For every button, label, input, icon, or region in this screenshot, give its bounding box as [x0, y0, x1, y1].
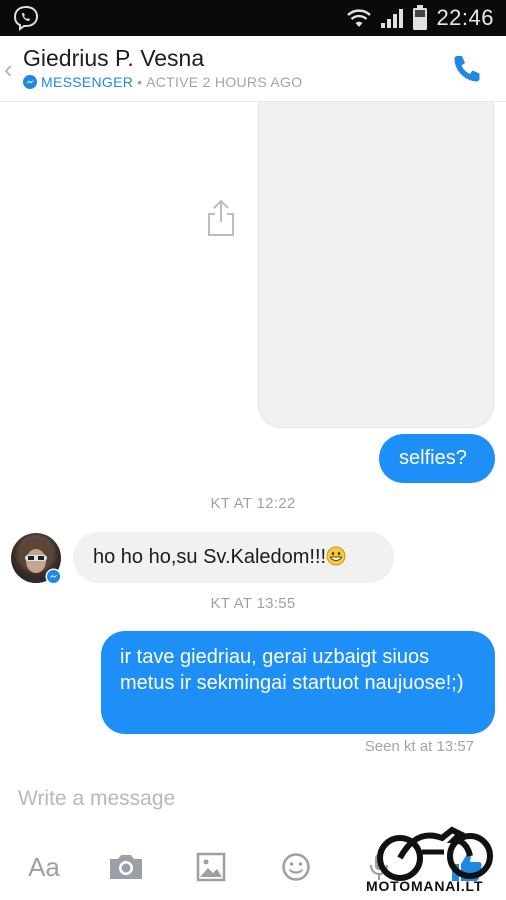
outgoing-message[interactable]: selfies?: [379, 434, 495, 483]
emoji-icon: [282, 853, 310, 881]
shared-attachment-card[interactable]: [258, 102, 494, 428]
camera-button[interactable]: [106, 843, 146, 891]
active-status: ACTIVE 2 HOURS AGO: [146, 74, 303, 90]
text-format-button[interactable]: Aa: [24, 843, 64, 891]
conversation-header: ‹ Giedrius P. Vesna MESSENGER • ACTIVE 2…: [0, 36, 506, 102]
message-timestamp: KT AT 13:55: [210, 595, 296, 612]
share-icon[interactable]: [205, 198, 237, 238]
signal-icon: [381, 9, 404, 28]
messenger-badge-icon: [45, 568, 62, 585]
watermark-text: MOTOMANAI.LT: [366, 878, 484, 894]
wifi-icon: [347, 9, 372, 27]
seen-receipt: Seen kt at 13:57: [364, 738, 474, 755]
clock: 22:46: [436, 5, 494, 30]
camera-icon: [110, 855, 142, 879]
outgoing-message[interactable]: ir tave giedriau, gerai uzbaigt siuos me…: [101, 631, 495, 734]
status-separator: •: [137, 74, 143, 90]
image-button[interactable]: [193, 843, 229, 891]
back-chevron-icon[interactable]: ‹: [4, 54, 13, 85]
message-timestamp: KT AT 12:22: [210, 495, 296, 512]
messenger-icon: [23, 75, 37, 89]
incoming-message-text: ho ho ho,su Sv.Kaledom!!!: [93, 546, 327, 568]
platform-label: MESSENGER: [41, 74, 134, 90]
message-input[interactable]: Write a message: [18, 787, 175, 811]
status-bar: 22:46: [0, 0, 506, 36]
contact-status: MESSENGER • ACTIVE 2 HOURS AGO: [23, 74, 302, 90]
grinning-smiley-icon: [326, 546, 346, 566]
viber-icon: [13, 5, 39, 31]
emoji-button[interactable]: [278, 843, 314, 891]
image-icon: [196, 852, 226, 882]
incoming-message[interactable]: ho ho ho,su Sv.Kaledom!!!: [73, 532, 394, 583]
battery-icon: [413, 5, 428, 30]
phone-icon[interactable]: [450, 52, 484, 86]
contact-name[interactable]: Giedrius P. Vesna: [23, 45, 204, 72]
